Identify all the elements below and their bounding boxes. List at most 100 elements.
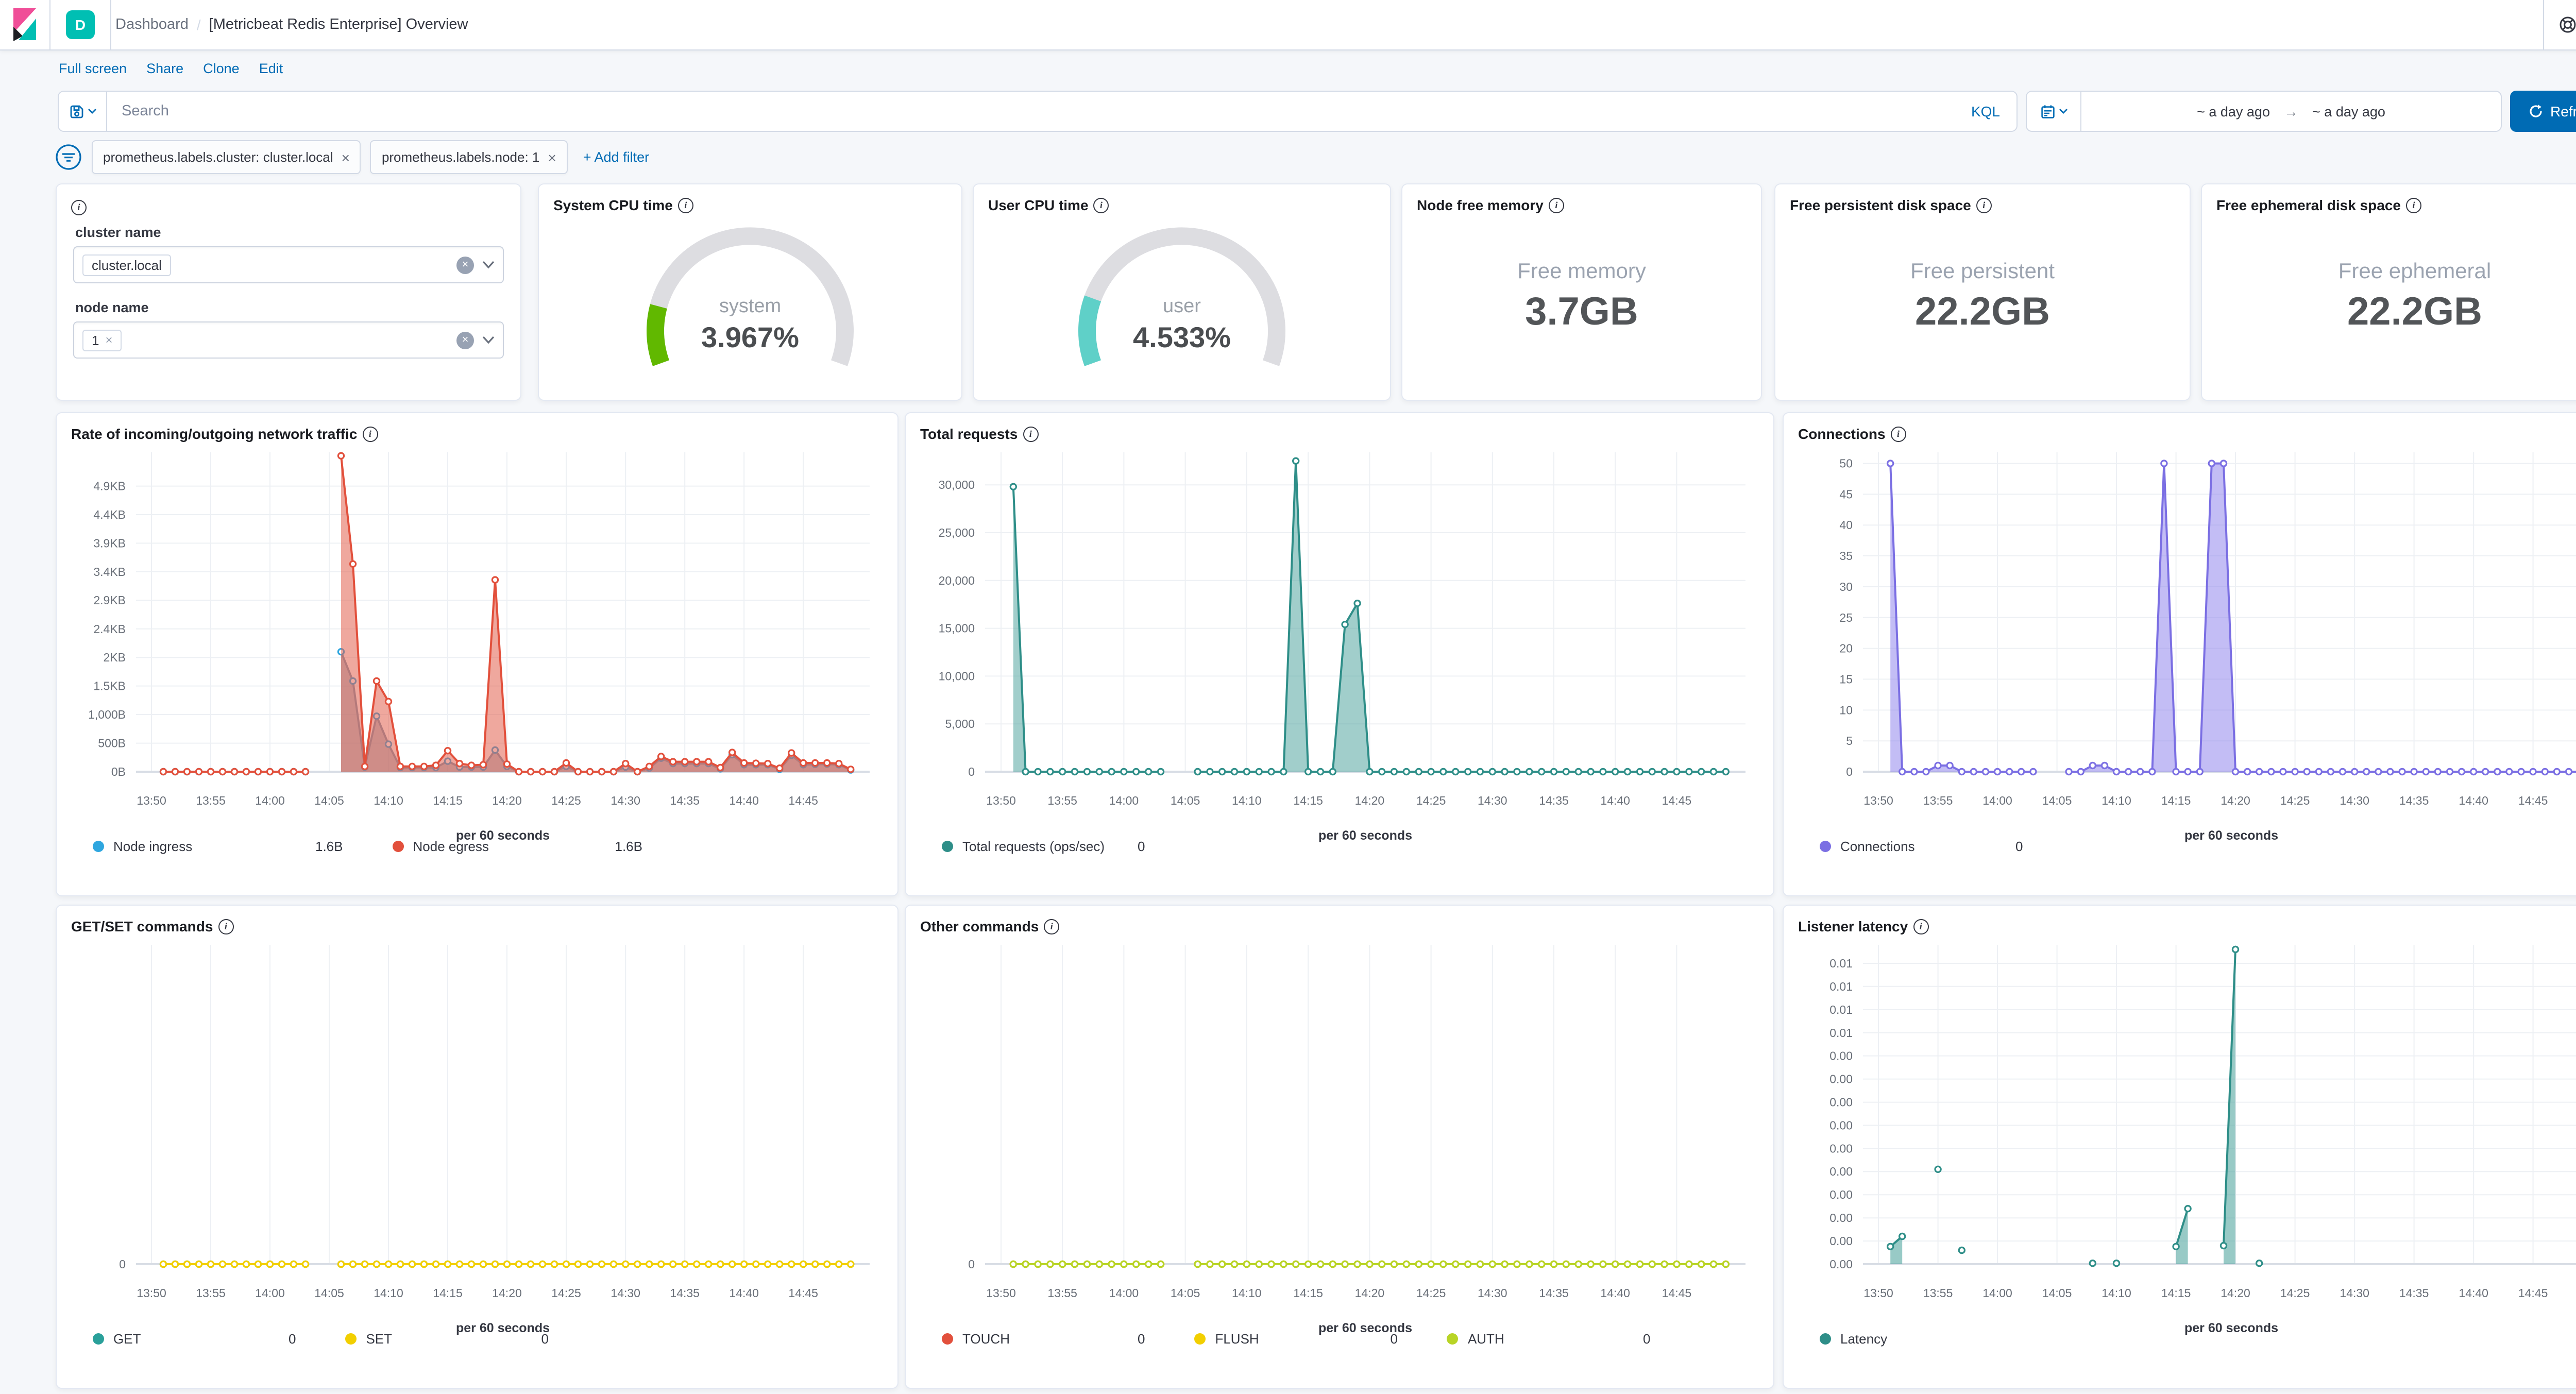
info-icon: i — [1976, 197, 1992, 213]
svg-text:0: 0 — [968, 1257, 975, 1271]
info-icon: i — [218, 919, 233, 934]
series-color-dot — [345, 1333, 357, 1345]
svg-text:45: 45 — [1839, 487, 1853, 501]
control-combobox-cluster-name[interactable]: cluster.local × — [73, 246, 504, 283]
space-avatar[interactable]: D — [66, 10, 95, 39]
panel-title: Rate of incoming/outgoing network traffi… — [71, 426, 357, 442]
legend-label: TOUCH — [962, 1331, 1138, 1347]
info-icon: i — [1044, 919, 1059, 934]
legend-item-touch[interactable]: TOUCH 0 — [942, 1331, 1145, 1347]
chevron-down-icon[interactable] — [482, 336, 495, 344]
kibana-logo-icon[interactable] — [0, 5, 49, 44]
clear-selection-icon[interactable]: × — [456, 256, 474, 274]
metric-value: 22.2GB — [1915, 290, 2050, 334]
series-color-dot — [93, 841, 104, 852]
chevron-down-icon[interactable] — [482, 261, 495, 269]
control-combobox-node-name[interactable]: 1× × — [73, 321, 504, 359]
gauge-panel-user: User CPU timei user 4.533% — [973, 183, 1391, 401]
toolbar-link-share[interactable]: Share — [146, 61, 183, 76]
svg-text:14:05: 14:05 — [1171, 794, 1200, 807]
metric-panel-0: Node free memoryi Free memory 3.7GB — [1401, 183, 1762, 401]
calendar-icon[interactable] — [2027, 92, 2081, 131]
add-filter-button[interactable]: + Add filter — [583, 149, 649, 165]
date-range[interactable]: ~ a day ago → ~ a day ago — [2081, 104, 2501, 119]
toolbar-link-clone[interactable]: Clone — [203, 61, 240, 76]
refresh-button[interactable]: Refresh — [2510, 91, 2576, 132]
svg-text:30: 30 — [1839, 580, 1853, 593]
remove-filter-icon[interactable]: × — [342, 149, 350, 165]
svg-text:14:15: 14:15 — [433, 1286, 463, 1300]
series-color-dot — [942, 841, 953, 852]
legend-item-get[interactable]: GET 0 — [93, 1331, 296, 1347]
toolbar-link-full-screen[interactable]: Full screen — [59, 61, 127, 76]
svg-text:14:10: 14:10 — [1232, 794, 1262, 807]
svg-text:14:45: 14:45 — [1662, 794, 1692, 807]
saved-query-menu-button[interactable] — [59, 92, 107, 131]
legend-value: 0 — [1643, 1331, 1650, 1347]
svg-text:0.00: 0.00 — [1829, 1257, 1853, 1271]
breadcrumb-dashboard[interactable]: Dashboard — [115, 16, 189, 33]
legend-item-connections[interactable]: Connections 0 — [1820, 839, 2023, 854]
legend-item-set[interactable]: SET 0 — [345, 1331, 548, 1347]
chart-panel-latency: Listener latencyi 13:5013:5514:0014:0514… — [1783, 905, 2576, 1389]
query-language-button[interactable]: KQL — [1955, 103, 2016, 120]
clear-selection-icon[interactable]: × — [456, 331, 474, 349]
svg-text:13:50: 13:50 — [1863, 794, 1893, 807]
svg-text:13:50: 13:50 — [137, 1286, 166, 1300]
svg-text:14:30: 14:30 — [1478, 794, 1507, 807]
remove-filter-icon[interactable]: × — [548, 149, 556, 165]
selected-option-token[interactable]: 1× — [82, 329, 122, 351]
svg-text:14:20: 14:20 — [2221, 794, 2250, 807]
metric-value: 3.7GB — [1525, 290, 1638, 334]
legend-value: 0 — [1138, 1331, 1145, 1347]
legend-value: 0 — [541, 1331, 548, 1347]
svg-text:14:45: 14:45 — [788, 1286, 818, 1300]
legend-item-node-egress[interactable]: Node egress 1.6B — [393, 839, 643, 854]
filter-options-icon[interactable] — [55, 143, 82, 171]
date-range-start: ~ a day ago — [2197, 104, 2270, 119]
chart-getset: 13:5013:5514:0014:0514:1014:1514:2014:25… — [72, 937, 884, 1340]
svg-text:14:40: 14:40 — [1600, 1286, 1630, 1300]
header-divider — [49, 0, 50, 49]
legend-item-auth[interactable]: AUTH 0 — [1447, 1331, 1650, 1347]
legend-label: Latency — [1840, 1331, 2015, 1347]
legend-value: 0 — [2015, 839, 2023, 854]
svg-text:13:55: 13:55 — [1923, 1286, 1953, 1300]
legend-label: Connections — [1840, 839, 2015, 854]
legend-item-total-requests-ops-sec-[interactable]: Total requests (ops/sec) 0 — [942, 839, 1145, 854]
svg-text:14:35: 14:35 — [2399, 794, 2429, 807]
token-remove-icon[interactable]: × — [105, 333, 112, 347]
svg-text:5,000: 5,000 — [945, 717, 975, 730]
svg-text:14:30: 14:30 — [2340, 794, 2369, 807]
legend-label: FLUSH — [1215, 1331, 1390, 1347]
legend-item-latency[interactable]: Latency — [1820, 1331, 2015, 1347]
panel-title: Free ephemeral disk space — [2216, 197, 2401, 213]
svg-text:14:05: 14:05 — [314, 1286, 344, 1300]
svg-text:14:40: 14:40 — [729, 794, 759, 807]
legend-item-node-ingress[interactable]: Node ingress 1.6B — [93, 839, 343, 854]
selected-option-token[interactable]: cluster.local — [82, 254, 171, 276]
svg-text:3.9KB: 3.9KB — [93, 536, 126, 550]
legend-value: 1.6B — [315, 839, 343, 854]
svg-text:0.00: 0.00 — [1829, 1165, 1853, 1178]
legend-item-flush[interactable]: FLUSH 0 — [1194, 1331, 1397, 1347]
svg-text:14:20: 14:20 — [1355, 1286, 1385, 1300]
svg-text:20: 20 — [1839, 642, 1853, 655]
svg-text:13:50: 13:50 — [137, 794, 166, 807]
series-color-dot — [1820, 841, 1831, 852]
chart-panel-other: Other commandsi 13:5013:5514:0014:0514:1… — [905, 905, 1774, 1389]
svg-text:13:55: 13:55 — [1047, 794, 1077, 807]
query-bar: KQL ~ a day ago → ~ a day ago — [58, 91, 2576, 132]
svg-text:14:15: 14:15 — [2161, 794, 2191, 807]
search-input[interactable] — [107, 103, 1955, 120]
chart-legend: TOUCH 0 FLUSH 0 AUTH 0 — [942, 1331, 1758, 1347]
filter-pill[interactable]: prometheus.labels.node: 1× — [370, 140, 568, 174]
svg-text:30,000: 30,000 — [939, 478, 975, 491]
toolbar-link-edit[interactable]: Edit — [259, 61, 283, 76]
svg-text:14:45: 14:45 — [2518, 794, 2548, 807]
help-icon[interactable] — [2544, 0, 2576, 49]
svg-text:14:15: 14:15 — [433, 794, 463, 807]
filter-pill[interactable]: prometheus.labels.cluster: cluster.local… — [92, 140, 361, 174]
panel-title: GET/SET commands — [71, 918, 213, 934]
chart-network: 13:5013:5514:0014:0514:1014:1514:2014:25… — [72, 444, 884, 848]
